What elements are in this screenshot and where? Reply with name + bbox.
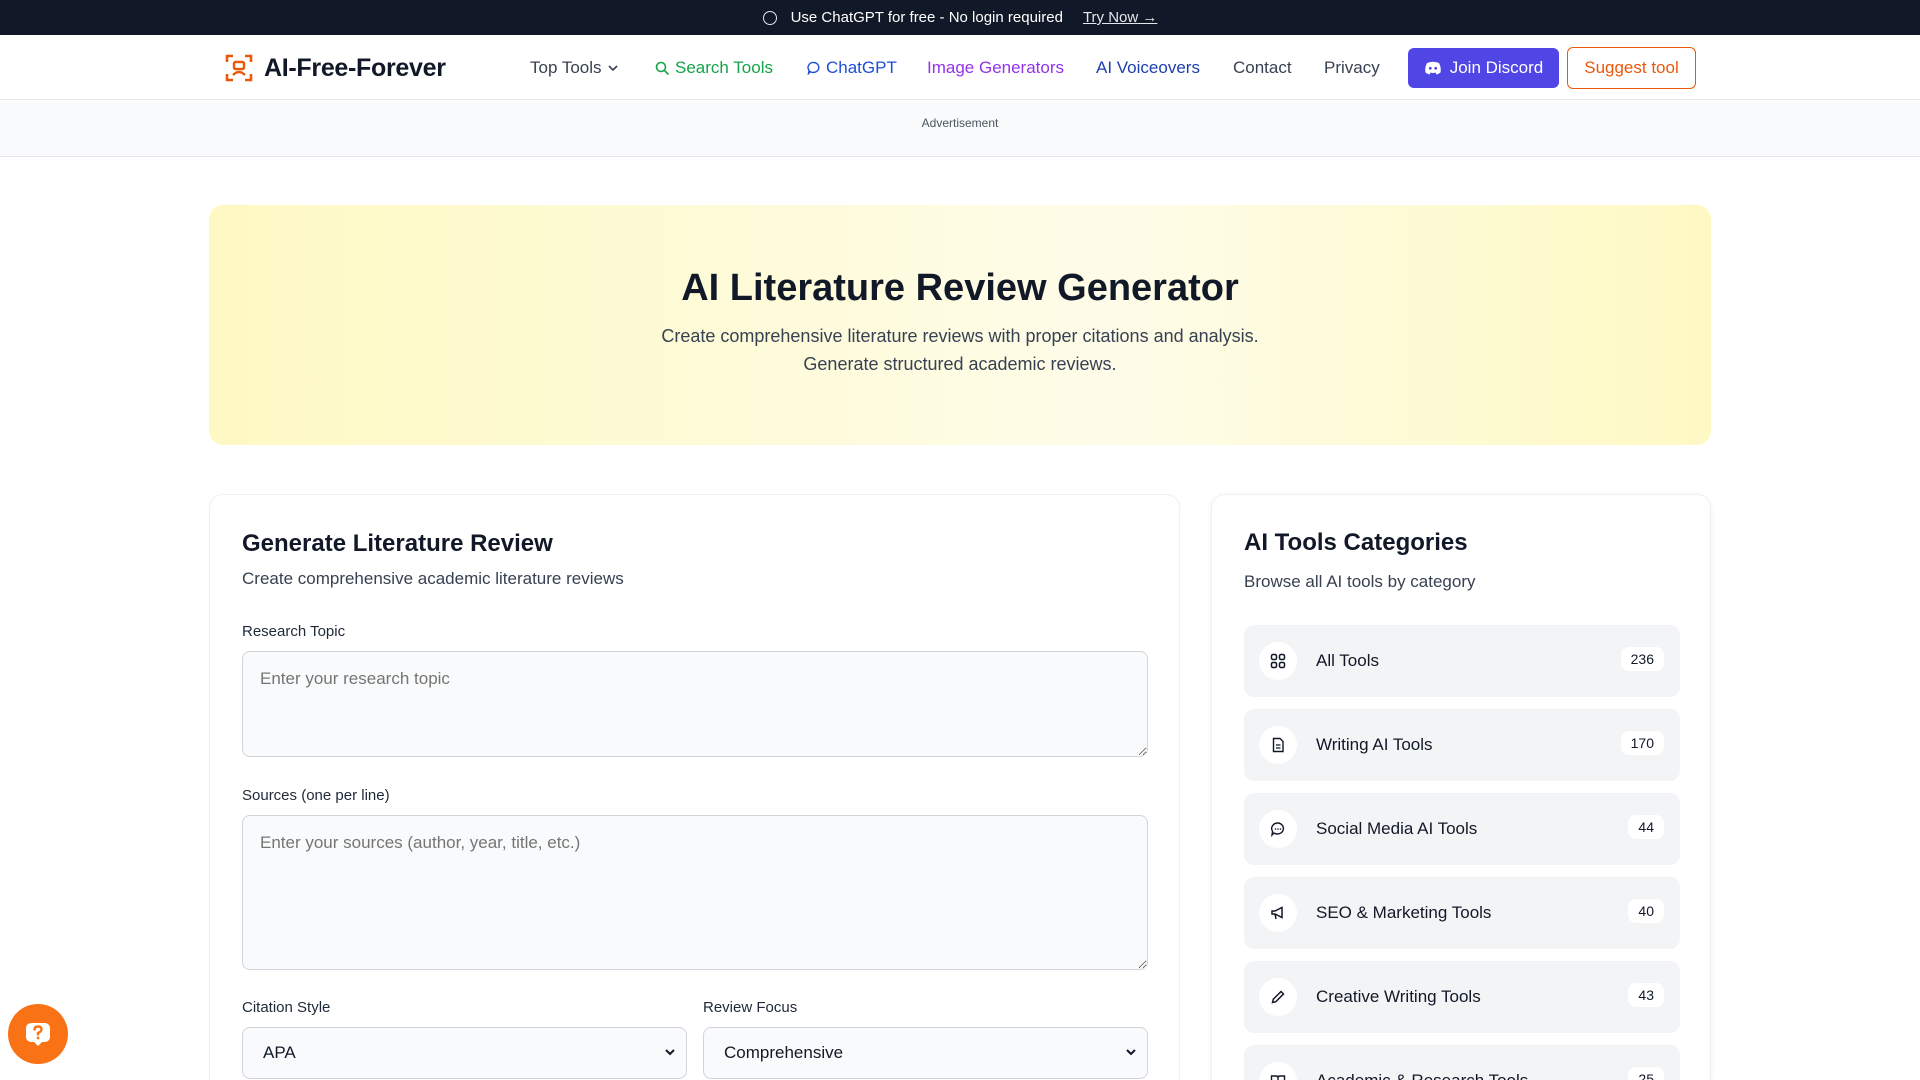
nav-top-tools-label: Top Tools xyxy=(530,58,602,77)
pencil-icon xyxy=(1259,978,1297,1016)
nav-ai-voiceovers[interactable]: AI Voiceovers xyxy=(1096,58,1200,78)
chat-bubble-icon xyxy=(1259,810,1297,848)
nav-privacy[interactable]: Privacy xyxy=(1324,58,1380,78)
advertisement-label: Advertisement xyxy=(921,116,999,130)
citation-style-value: APA xyxy=(263,1043,296,1062)
megaphone-icon xyxy=(1259,894,1297,932)
brand-logo[interactable]: AI-Free-Forever xyxy=(224,53,446,83)
suggest-tool-label: Suggest tool xyxy=(1584,58,1679,77)
chat-bubble-icon xyxy=(762,10,777,25)
hero-banner: AI Literature Review Generator Create co… xyxy=(209,205,1711,445)
category-creative-writing-tools[interactable]: Creative Writing Tools 43 xyxy=(1244,961,1680,1033)
category-name: All Tools xyxy=(1316,651,1379,670)
category-count-badge: 25 xyxy=(1628,1067,1664,1080)
form-title: Generate Literature Review xyxy=(242,530,553,557)
category-writing-ai-tools[interactable]: Writing AI Tools 170 xyxy=(1244,709,1680,781)
review-focus-select[interactable]: Comprehensive xyxy=(703,1027,1148,1079)
category-name: Social Media AI Tools xyxy=(1316,819,1478,838)
discord-icon xyxy=(1424,61,1441,75)
announcement-bar: Use ChatGPT for free - No login required… xyxy=(0,0,1920,35)
research-topic-input[interactable] xyxy=(242,651,1148,757)
hero-description-line-1: Create comprehensive literature reviews … xyxy=(661,326,1259,346)
nav-ai-voiceovers-label: AI Voiceovers xyxy=(1096,58,1200,77)
try-now-link[interactable]: Try Now → xyxy=(1083,9,1157,26)
nav-privacy-label: Privacy xyxy=(1324,58,1380,77)
announcement-text: Use ChatGPT for free - No login required xyxy=(790,9,1063,26)
page-title: AI Literature Review Generator xyxy=(681,267,1239,309)
category-count-badge: 43 xyxy=(1628,983,1664,1007)
category-social-media-ai-tools[interactable]: Social Media AI Tools 44 xyxy=(1244,793,1680,865)
category-count-badge: 40 xyxy=(1628,899,1664,923)
category-count-badge: 236 xyxy=(1620,647,1664,671)
review-focus-value: Comprehensive xyxy=(724,1043,844,1062)
citation-style-label: Citation Style xyxy=(242,999,331,1016)
category-academic-research-tools[interactable]: Academic & Research Tools 25 xyxy=(1244,1045,1680,1080)
category-name: Creative Writing Tools xyxy=(1316,987,1481,1006)
chevron-down-icon xyxy=(665,1049,675,1056)
citation-style-select[interactable]: APA xyxy=(242,1027,687,1079)
nav-chatgpt-label: ChatGPT xyxy=(826,58,897,77)
category-name: Writing AI Tools xyxy=(1316,735,1433,754)
nav-search-tools[interactable]: Search Tools xyxy=(655,58,773,78)
categories-sidebar: AI Tools Categories Browse all AI tools … xyxy=(1211,494,1711,1080)
join-discord-button[interactable]: Join Discord xyxy=(1408,48,1559,88)
review-focus-label: Review Focus xyxy=(703,999,798,1016)
document-icon xyxy=(1259,726,1297,764)
chat-bubble-icon xyxy=(807,61,820,75)
help-button[interactable] xyxy=(8,1004,68,1064)
sidebar-title: AI Tools Categories xyxy=(1244,529,1468,556)
sidebar-subtitle: Browse all AI tools by category xyxy=(1244,572,1476,591)
help-icon xyxy=(26,1023,50,1046)
main-navbar: AI-Free-Forever Top Tools Search Tools C… xyxy=(0,35,1920,100)
brand-logo-icon xyxy=(225,54,253,82)
research-topic-label: Research Topic xyxy=(242,623,346,640)
grid-icon xyxy=(1259,642,1297,680)
form-subtitle: Create comprehensive academic literature… xyxy=(242,569,624,588)
advertisement-bar: Advertisement xyxy=(0,101,1920,157)
category-count-badge: 170 xyxy=(1620,731,1664,755)
chevron-down-icon xyxy=(607,65,618,72)
nav-image-generators-label: Image Generators xyxy=(927,58,1065,77)
brand-name: AI-Free-Forever xyxy=(264,53,446,82)
nav-image-generators[interactable]: Image Generators xyxy=(927,58,1064,78)
join-discord-label: Join Discord xyxy=(1449,58,1544,77)
category-count-badge: 44 xyxy=(1628,815,1664,839)
generator-form-card: Generate Literature Review Create compre… xyxy=(209,494,1180,1080)
nav-chatgpt[interactable]: ChatGPT xyxy=(807,58,897,78)
sources-label: Sources (one per line) xyxy=(242,787,390,804)
nav-search-tools-label: Search Tools xyxy=(675,58,773,77)
category-name: SEO & Marketing Tools xyxy=(1316,903,1492,922)
category-all-tools[interactable]: All Tools 236 xyxy=(1244,625,1680,697)
sources-input[interactable] xyxy=(242,815,1148,970)
nav-contact[interactable]: Contact xyxy=(1233,58,1292,78)
nav-contact-label: Contact xyxy=(1233,58,1292,77)
suggest-tool-button[interactable]: Suggest tool xyxy=(1567,47,1696,89)
search-icon xyxy=(655,61,670,75)
nav-top-tools[interactable]: Top Tools xyxy=(530,58,619,78)
book-icon xyxy=(1259,1062,1297,1080)
chevron-down-icon xyxy=(1126,1049,1136,1056)
category-name: Academic & Research Tools xyxy=(1316,1071,1528,1080)
hero-description-line-2: Generate structured academic reviews. xyxy=(803,354,1117,374)
category-seo-marketing-tools[interactable]: SEO & Marketing Tools 40 xyxy=(1244,877,1680,949)
